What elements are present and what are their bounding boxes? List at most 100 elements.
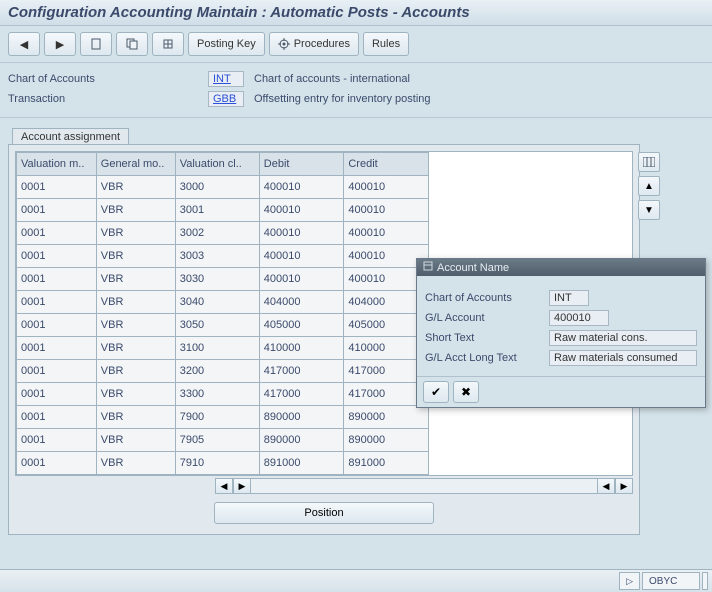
table-cell[interactable]: 3100 (175, 337, 259, 360)
chart-of-accounts-value[interactable]: INT (208, 71, 244, 87)
table-row[interactable]: 0001VBR3001400010400010 (17, 199, 429, 222)
table-cell[interactable]: 0001 (17, 314, 97, 337)
table-cell[interactable]: 3050 (175, 314, 259, 337)
position-button[interactable]: Position (214, 502, 434, 524)
table-cell[interactable]: VBR (96, 337, 175, 360)
rules-button[interactable]: Rules (363, 32, 409, 56)
table-cell[interactable]: 0001 (17, 406, 97, 429)
table-cell[interactable]: 417000 (259, 383, 344, 406)
table-cell[interactable]: VBR (96, 406, 175, 429)
table-cell[interactable]: VBR (96, 314, 175, 337)
scroll-track[interactable] (251, 478, 597, 494)
table-cell[interactable]: 404000 (259, 291, 344, 314)
table-cell[interactable]: 0001 (17, 360, 97, 383)
table-cell[interactable]: 410000 (259, 337, 344, 360)
popup-gl-value[interactable]: 400010 (549, 310, 609, 326)
table-cell[interactable]: VBR (96, 383, 175, 406)
table-cell[interactable]: 400010 (259, 176, 344, 199)
delete-icon[interactable] (152, 32, 184, 56)
table-cell[interactable]: 400010 (259, 245, 344, 268)
table-cell[interactable]: VBR (96, 291, 175, 314)
config-columns-icon[interactable] (638, 152, 660, 172)
col-credit[interactable]: Credit (344, 153, 429, 176)
status-expand-icon[interactable]: ▷ (619, 572, 640, 590)
table-cell[interactable]: VBR (96, 245, 175, 268)
scroll-right-icon[interactable]: ▶ (615, 478, 633, 494)
table-cell[interactable]: 0001 (17, 176, 97, 199)
col-valuation-modif[interactable]: Valuation m.. (17, 153, 97, 176)
scroll-right-near-icon[interactable]: ▶ (233, 478, 251, 494)
table-cell[interactable]: VBR (96, 199, 175, 222)
table-cell[interactable]: VBR (96, 429, 175, 452)
posting-key-button[interactable]: Posting Key (188, 32, 265, 56)
table-row[interactable]: 0001VBR3200417000417000 (17, 360, 429, 383)
table-cell[interactable]: 890000 (259, 429, 344, 452)
table-cell[interactable]: 0001 (17, 429, 97, 452)
table-cell[interactable]: 0001 (17, 291, 97, 314)
scroll-left-icon[interactable]: ◀ (215, 478, 233, 494)
table-cell[interactable]: 400010 (344, 222, 429, 245)
table-cell[interactable]: VBR (96, 176, 175, 199)
col-debit[interactable]: Debit (259, 153, 344, 176)
scroll-left-far-icon[interactable]: ◀ (597, 478, 615, 494)
table-cell[interactable]: VBR (96, 360, 175, 383)
table-cell[interactable]: 3001 (175, 199, 259, 222)
popup-chart-value[interactable]: INT (549, 290, 589, 306)
table-cell[interactable]: 0001 (17, 245, 97, 268)
procedures-button[interactable]: Procedures (269, 32, 359, 56)
table-cell[interactable]: 891000 (259, 452, 344, 475)
table-cell[interactable]: 890000 (259, 406, 344, 429)
table-row[interactable]: 0001VBR3050405000405000 (17, 314, 429, 337)
table-cell[interactable]: 400010 (259, 199, 344, 222)
table-cell[interactable]: 891000 (344, 452, 429, 475)
table-cell[interactable]: 0001 (17, 222, 97, 245)
table-cell[interactable]: 3030 (175, 268, 259, 291)
table-cell[interactable]: 0001 (17, 337, 97, 360)
table-cell[interactable]: 0001 (17, 383, 97, 406)
table-cell[interactable]: 400010 (259, 222, 344, 245)
popup-confirm-button[interactable]: ✔ (423, 381, 449, 403)
table-cell[interactable]: VBR (96, 452, 175, 475)
nav-forward-button[interactable]: ▶ (44, 32, 76, 56)
table-cell[interactable]: 7905 (175, 429, 259, 452)
table-cell[interactable]: 0001 (17, 452, 97, 475)
table-cell[interactable]: 417000 (259, 360, 344, 383)
table-cell[interactable]: 890000 (344, 429, 429, 452)
table-cell[interactable]: 3040 (175, 291, 259, 314)
table-row[interactable]: 0001VBR3040404000404000 (17, 291, 429, 314)
table-cell[interactable]: 3003 (175, 245, 259, 268)
table-cell[interactable]: 400010 (259, 268, 344, 291)
copy-icon[interactable] (116, 32, 148, 56)
table-cell[interactable]: 3300 (175, 383, 259, 406)
table-cell[interactable]: 7900 (175, 406, 259, 429)
table-cell[interactable]: 3000 (175, 176, 259, 199)
table-cell[interactable]: VBR (96, 268, 175, 291)
table-cell[interactable]: 0001 (17, 199, 97, 222)
col-general-modif[interactable]: General mo.. (96, 153, 175, 176)
table-cell[interactable]: 0001 (17, 268, 97, 291)
table-row[interactable]: 0001VBR3030400010400010 (17, 268, 429, 291)
col-valuation-class[interactable]: Valuation cl.. (175, 153, 259, 176)
table-row[interactable]: 0001VBR3300417000417000 (17, 383, 429, 406)
popup-long-value[interactable]: Raw materials consumed (549, 350, 697, 366)
table-cell[interactable]: 3200 (175, 360, 259, 383)
table-cell[interactable]: 3002 (175, 222, 259, 245)
popup-cancel-button[interactable]: ✖ (453, 381, 479, 403)
nav-back-button[interactable]: ◀ (8, 32, 40, 56)
scroll-top-icon[interactable]: ▲ (638, 176, 660, 196)
table-row[interactable]: 0001VBR7905890000890000 (17, 429, 429, 452)
table-cell[interactable]: 400010 (344, 176, 429, 199)
table-row[interactable]: 0001VBR3002400010400010 (17, 222, 429, 245)
table-row[interactable]: 0001VBR3000400010400010 (17, 176, 429, 199)
table-row[interactable]: 0001VBR3100410000410000 (17, 337, 429, 360)
table-cell[interactable]: 405000 (259, 314, 344, 337)
table-cell[interactable]: 400010 (344, 199, 429, 222)
popup-short-value[interactable]: Raw material cons. (549, 330, 697, 346)
table-cell[interactable]: 890000 (344, 406, 429, 429)
transaction-value[interactable]: GBB (208, 91, 244, 107)
new-icon[interactable] (80, 32, 112, 56)
table-row[interactable]: 0001VBR3003400010400010 (17, 245, 429, 268)
table-row[interactable]: 0001VBR7910891000891000 (17, 452, 429, 475)
table-row[interactable]: 0001VBR7900890000890000 (17, 406, 429, 429)
tab-account-assignment[interactable]: Account assignment (12, 128, 129, 145)
